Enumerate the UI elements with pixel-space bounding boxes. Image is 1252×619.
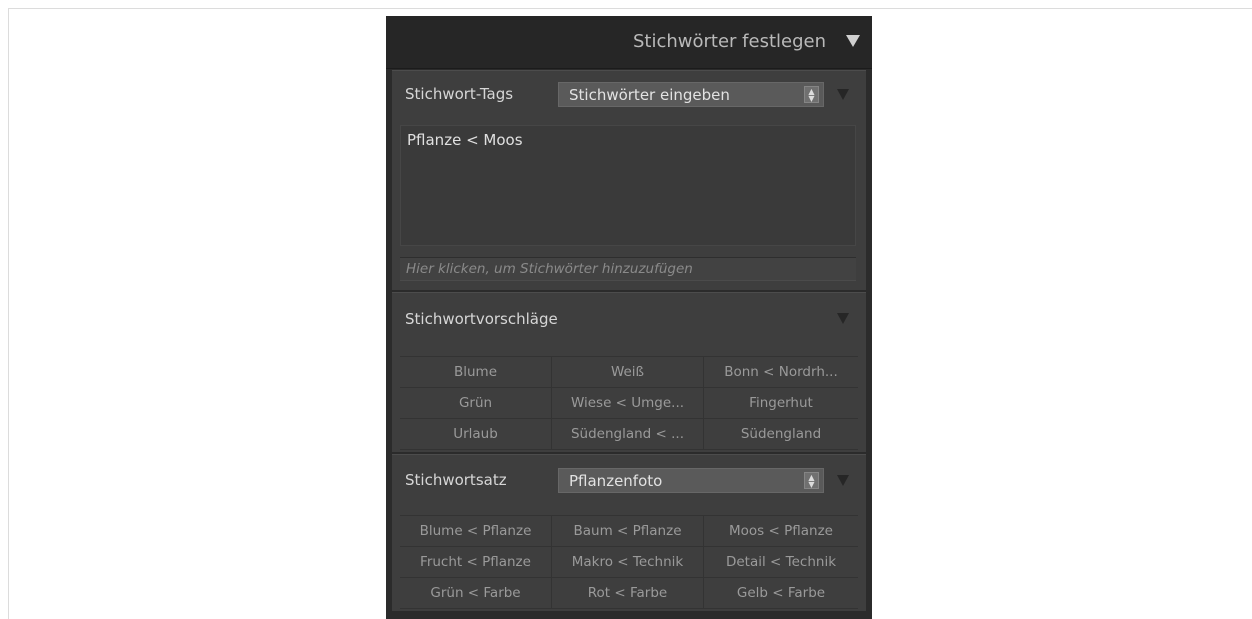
keyword-set-label: Stichwortsatz — [405, 471, 507, 489]
suggestion-keyword[interactable]: Urlaub — [400, 419, 552, 449]
collapse-triangle-icon[interactable] — [837, 475, 849, 486]
keyword-set-item[interactable]: Gelb < Farbe — [704, 578, 858, 608]
suggestion-grid: Blume Weiß Bonn < Nordrh... Grün Wiese <… — [400, 356, 858, 450]
suggestion-keyword[interactable]: Wiese < Umge... — [552, 388, 704, 418]
keyword-tags-section: Stichwort-Tags Stichwörter eingeben ▲ ▼ P… — [392, 70, 866, 290]
suggestion-row: Urlaub Südengland < ... Südengland — [400, 418, 858, 450]
suggestion-keyword[interactable]: Südengland < ... — [552, 419, 704, 449]
keyword-mode-value: Stichwörter eingeben — [569, 86, 730, 104]
suggestion-keyword[interactable]: Bonn < Nordrh... — [704, 357, 858, 387]
panel-header[interactable]: Stichwörter festlegen — [386, 16, 872, 69]
suggestion-keyword[interactable]: Fingerhut — [704, 388, 858, 418]
suggestion-row: Grün Wiese < Umge... Fingerhut — [400, 387, 858, 418]
frame-border-top — [8, 8, 1252, 9]
keyword-mode-select[interactable]: Stichwörter eingeben ▲ ▼ — [558, 82, 824, 107]
keyword-set-item[interactable]: Moos < Pflanze — [704, 516, 858, 546]
keywording-panel: Stichwörter festlegen Stichwort-Tags Sti… — [386, 16, 872, 619]
keyword-set-row: Grün < Farbe Rot < Farbe Gelb < Farbe — [400, 577, 858, 609]
add-keywords-hint: Hier klicken, um Stichwörter hinzuzufüge… — [406, 261, 693, 277]
keyword-set-section: Stichwortsatz Pflanzenfoto ▲ ▼ Blume < Pf… — [392, 454, 866, 611]
keyword-set-item[interactable]: Frucht < Pflanze — [400, 547, 552, 577]
suggestion-row: Blume Weiß Bonn < Nordrh... — [400, 356, 858, 387]
keyword-set-item[interactable]: Grün < Farbe — [400, 578, 552, 608]
panel-title: Stichwörter festlegen — [632, 31, 826, 52]
keyword-set-item[interactable]: Detail < Technik — [704, 547, 858, 577]
keyword-tags-textarea[interactable]: Pflanze < Moos — [400, 125, 856, 246]
keyword-tags-label: Stichwort-Tags — [405, 85, 514, 103]
collapse-triangle-icon[interactable] — [837, 89, 849, 100]
keyword-set-item[interactable]: Rot < Farbe — [552, 578, 704, 608]
keyword-set-value: Pflanzenfoto — [569, 472, 663, 490]
spinner-arrows-icon: ▲ ▼ — [804, 86, 819, 103]
keyword-set-item[interactable]: Makro < Technik — [552, 547, 704, 577]
suggestion-keyword[interactable]: Blume — [400, 357, 552, 387]
keyword-set-row: Blume < Pflanze Baum < Pflanze Moos < Pf… — [400, 515, 858, 546]
add-keywords-field[interactable]: Hier klicken, um Stichwörter hinzuzufüge… — [400, 257, 856, 281]
spinner-arrows-icon: ▲ ▼ — [804, 472, 819, 489]
keyword-tags-value: Pflanze < Moos — [407, 131, 523, 149]
suggestion-keyword[interactable]: Grün — [400, 388, 552, 418]
keyword-set-item[interactable]: Baum < Pflanze — [552, 516, 704, 546]
keyword-set-grid: Blume < Pflanze Baum < Pflanze Moos < Pf… — [400, 515, 858, 609]
keyword-suggestions-section: Stichwortvorschläge Blume Weiß Bonn < No… — [392, 292, 866, 452]
keyword-suggestions-title: Stichwortvorschläge — [405, 310, 558, 328]
suggestion-keyword[interactable]: Weiß — [552, 357, 704, 387]
collapse-triangle-icon[interactable] — [846, 35, 860, 47]
keyword-set-select[interactable]: Pflanzenfoto ▲ ▼ — [558, 468, 824, 493]
keyword-set-row: Frucht < Pflanze Makro < Technik Detail … — [400, 546, 858, 577]
keyword-set-item[interactable]: Blume < Pflanze — [400, 516, 552, 546]
frame-border-left — [8, 8, 9, 619]
collapse-triangle-icon[interactable] — [837, 313, 849, 324]
suggestion-keyword[interactable]: Südengland — [704, 419, 858, 449]
